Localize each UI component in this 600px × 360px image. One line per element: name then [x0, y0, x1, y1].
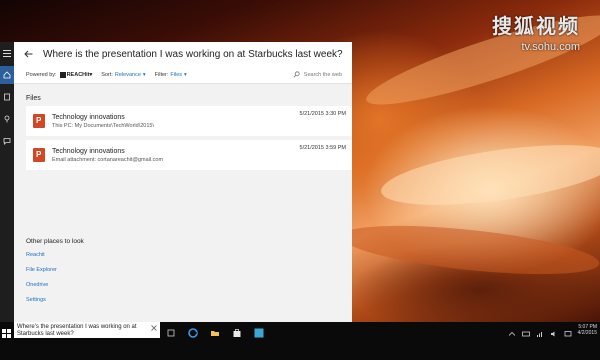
task-view-icon[interactable]	[166, 325, 176, 337]
file-date: 5/21/2015 3:30 PM	[299, 111, 346, 117]
reachit-logo-icon	[59, 71, 66, 78]
cortana-results-panel: Where is the presentation I was working …	[14, 42, 352, 322]
watermark-url: tv.sohu.com	[521, 41, 581, 53]
menu-icon[interactable]	[0, 44, 14, 62]
other-places-heading: Other places to look	[26, 238, 84, 245]
network-icon[interactable]	[536, 325, 546, 337]
search-web-button[interactable]: Search the web	[293, 71, 342, 78]
taskbar: Where's the presentation I was working o…	[0, 322, 600, 360]
volume-icon[interactable]	[550, 325, 560, 337]
sort-dropdown[interactable]: Sort: Relevance ▾	[101, 72, 145, 78]
notebook-icon[interactable]	[0, 88, 14, 106]
watermark-brand: 搜狐视频	[492, 16, 580, 38]
location-icon[interactable]	[0, 110, 14, 128]
powerpoint-icon	[33, 114, 45, 128]
reachit-app-icon[interactable]	[254, 325, 264, 338]
sort-value: Relevance	[114, 71, 141, 78]
chevron-down-icon: ▾	[89, 71, 93, 78]
feedback-icon[interactable]	[0, 132, 14, 150]
filter-bar: Powered by: REACHit ▾ Sort: Relevance ▾ …	[14, 66, 352, 84]
taskbar-search-text: Where's the presentation I was working o…	[17, 324, 137, 337]
file-title: Technology innovations	[52, 147, 125, 155]
notifications-icon[interactable]	[564, 325, 574, 337]
query-text: Where is the presentation I was working …	[43, 48, 343, 60]
watermark: 搜狐视频 tv.sohu.com	[492, 10, 580, 53]
taskbar-search-input[interactable]: Where's the presentation I was working o…	[14, 322, 160, 338]
powerpoint-icon	[33, 148, 45, 162]
edge-browser-icon[interactable]	[188, 325, 198, 338]
sort-label: Sort:	[101, 71, 113, 78]
file-result[interactable]: Technology innovations This PC: My Docum…	[26, 106, 352, 136]
file-explorer-icon[interactable]	[210, 325, 220, 336]
reachit-brand: REACHit	[66, 71, 90, 78]
wallpaper-streak	[338, 216, 600, 284]
system-tray: 5:07 PM 4/2/2015	[508, 322, 600, 338]
cortana-left-rail	[0, 42, 14, 322]
store-icon[interactable]	[232, 325, 242, 337]
files-heading: Files	[26, 95, 41, 102]
close-icon[interactable]	[151, 325, 157, 334]
query-bar: Where is the presentation I was working …	[14, 42, 352, 66]
chevron-down-icon: ▾	[184, 71, 187, 78]
file-title: Technology innovations	[52, 113, 125, 121]
powered-by: Powered by: REACHit ▾	[26, 71, 93, 78]
file-location: This PC: My Documents\TechWorld\2015\	[52, 122, 154, 129]
reachit-logo[interactable]: REACHit ▾	[59, 71, 93, 78]
chevron-down-icon: ▾	[142, 71, 146, 78]
back-arrow-icon[interactable]	[24, 45, 33, 63]
file-date: 5/21/2015 3:59 PM	[299, 145, 346, 151]
battery-icon[interactable]	[521, 325, 532, 337]
file-location: Email attachment: cortanareachit@gmail.c…	[52, 156, 164, 163]
link-file-explorer[interactable]: File Explorer	[26, 267, 84, 273]
home-icon[interactable]	[0, 66, 14, 84]
filter-value: Files	[170, 71, 183, 78]
other-places: Other places to look Reachit File Explor…	[26, 238, 84, 312]
wallpaper-streak	[377, 133, 600, 217]
search-web-label: Search the web	[303, 71, 342, 78]
start-windows-icon[interactable]	[2, 325, 12, 338]
clock-date: 4/2/2015	[577, 330, 597, 336]
chevron-up-icon[interactable]	[508, 325, 518, 336]
powered-by-label: Powered by:	[26, 71, 57, 78]
link-settings[interactable]: Settings	[26, 297, 84, 303]
clock[interactable]: 5:07 PM 4/2/2015	[578, 324, 597, 336]
filter-label: Filter:	[154, 71, 169, 78]
filter-dropdown[interactable]: Filter: Files ▾	[155, 72, 187, 78]
file-result[interactable]: Technology innovations Email attachment:…	[26, 140, 352, 170]
link-onedrive[interactable]: Onedrive	[26, 282, 84, 288]
search-icon	[293, 71, 300, 78]
link-reachit[interactable]: Reachit	[26, 252, 84, 258]
